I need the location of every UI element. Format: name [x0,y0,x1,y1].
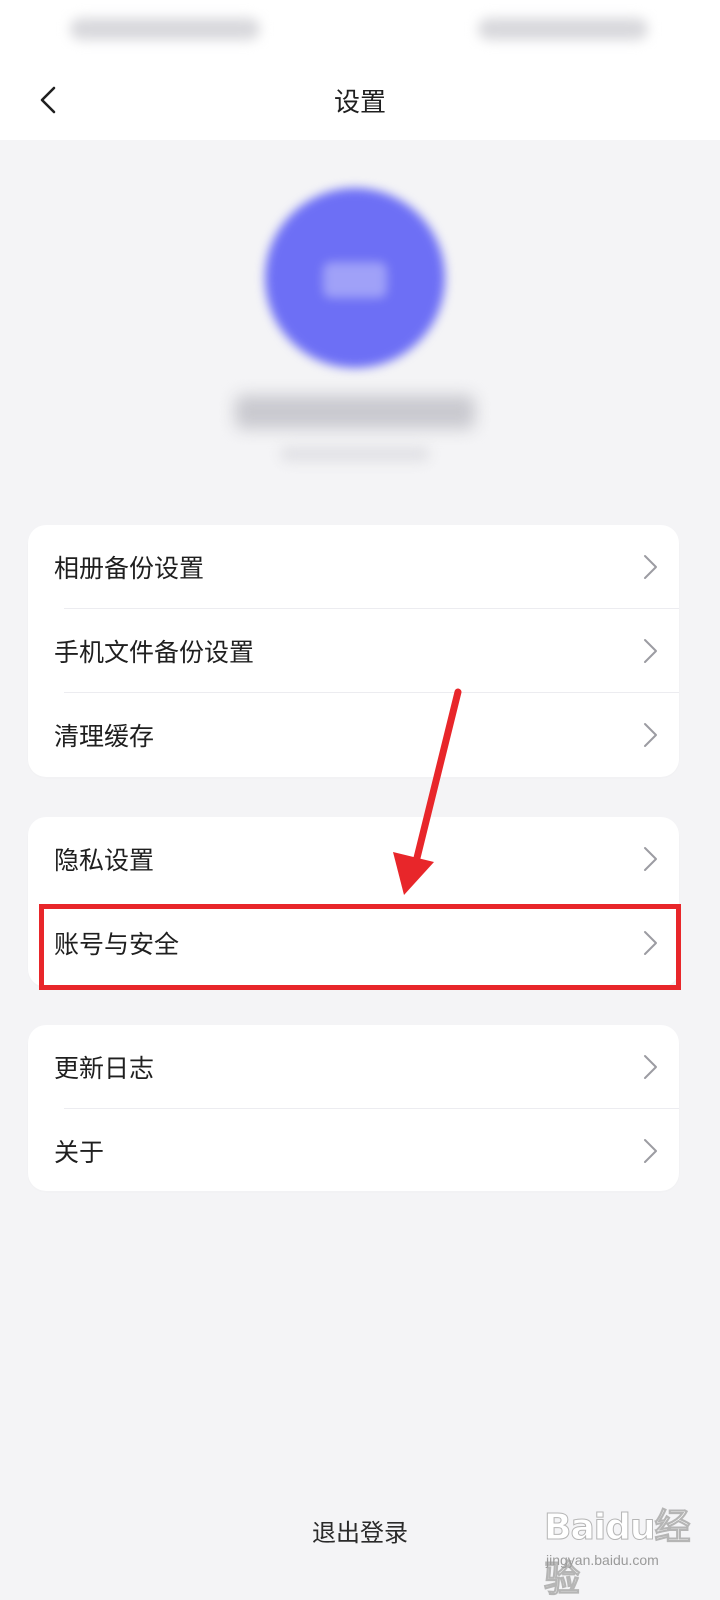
settings-item-label: 相册备份设置 [54,554,205,583]
page-title: 设置 [333,88,386,118]
settings-item-album-backup[interactable]: 相册备份设置 [28,525,679,609]
status-bar-right-blurred [478,18,648,40]
chevron-right-icon [644,931,657,955]
chevron-right-icon [644,1139,657,1163]
username-blurred [235,395,475,429]
watermark-logo: Baidu经验 [544,1507,691,1600]
status-bar [0,0,720,60]
settings-item-label: 更新日志 [54,1054,155,1083]
watermark-url: jingyan.baidu.com [546,1552,659,1568]
settings-item-clear-cache[interactable]: 清理缓存 [28,693,679,777]
watermark: Baidu经验 jingyan.baidu.com [540,1490,710,1600]
chevron-right-icon [644,847,657,871]
settings-item-changelog[interactable]: 更新日志 [28,1025,679,1109]
logout-button[interactable]: 退出登录 [260,1510,460,1556]
user-subtitle-blurred [280,446,430,462]
chevron-right-icon [644,639,657,663]
settings-group-backup: 相册备份设置 手机文件备份设置 清理缓存 [28,525,679,777]
settings-item-account-security[interactable]: 账号与安全 [28,901,679,985]
settings-item-label: 隐私设置 [54,846,155,875]
chevron-right-icon [644,555,657,579]
settings-item-phone-file-backup[interactable]: 手机文件备份设置 [28,609,679,693]
settings-group-info: 更新日志 关于 [28,1025,679,1191]
settings-screen: 设置 相册备份设置 手机文件备份设置 清理缓存 隐私设置 账号与安全 更新日志 … [0,0,720,1600]
settings-item-label: 账号与安全 [54,930,180,959]
settings-item-label: 清理缓存 [54,722,155,751]
settings-item-label: 关于 [54,1138,105,1167]
navigation-header: 设置 [0,60,720,140]
settings-group-privacy: 隐私设置 账号与安全 [28,817,679,987]
settings-item-label: 手机文件备份设置 [54,638,255,667]
chevron-right-icon [644,723,657,747]
chevron-right-icon [644,1055,657,1079]
status-bar-left-blurred [70,18,260,40]
settings-item-privacy[interactable]: 隐私设置 [28,817,679,901]
avatar-initials-blurred [323,262,387,298]
settings-item-about[interactable]: 关于 [28,1109,679,1193]
